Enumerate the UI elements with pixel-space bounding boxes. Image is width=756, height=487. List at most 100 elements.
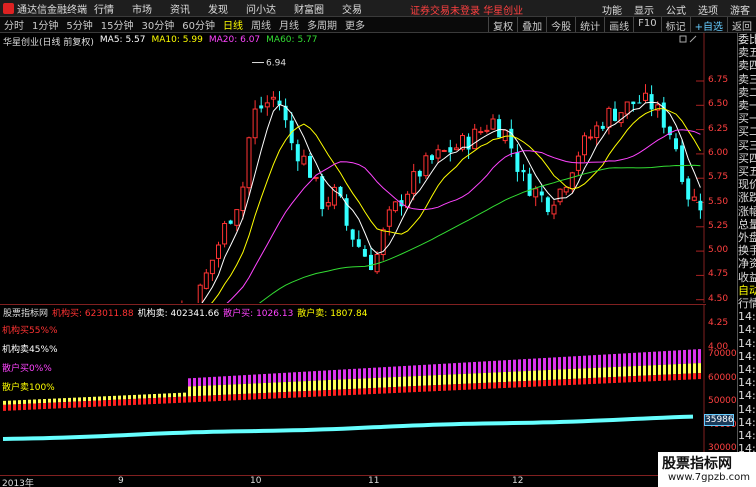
retail-sell-bar [323,380,326,391]
menu-item[interactable]: 行情 [94,1,114,16]
candle-body-up [222,223,228,245]
institution-buy-bar [253,393,256,400]
period-tab[interactable]: 5分钟 [62,17,96,32]
retail-sell-bar [573,368,576,379]
institution-buy-bar [538,380,541,387]
institution-buy-bar [33,403,36,410]
indicator-legend-item: 散户卖: 1807.84 [297,306,367,319]
candle-body-up [643,92,648,101]
tool-button[interactable]: 标记 [660,17,690,33]
retail-sell-bar [528,370,531,381]
period-tab[interactable]: 更多 [341,17,369,32]
period-tab[interactable]: 分时 [0,17,28,32]
candle-body-up [490,118,496,130]
period-tab[interactable]: 月线 [275,17,303,32]
retail-sell-bar [68,397,71,402]
tool-button[interactable]: 画线 [604,17,633,33]
institution-buy-bar [128,399,131,406]
institution-buy-bar [183,396,186,403]
retail-buy-bar [303,371,306,382]
retail-sell-bar [603,367,606,378]
tool-button[interactable]: F10 [633,17,660,32]
app-logo-icon [3,2,14,14]
retail-sell-bar [53,398,56,403]
menu-item[interactable]: 财富圈 [294,1,324,16]
tool-button[interactable]: +自选 [689,17,727,33]
retail-sell-bar [23,399,26,404]
period-tab[interactable]: 1分钟 [28,17,62,32]
retail-buy-bar [498,360,501,373]
retail-sell-bar [623,366,626,377]
retail-sell-bar [413,376,416,387]
retail-buy-bar [408,365,411,377]
retail-buy-bar [638,352,641,366]
period-tab[interactable]: 30分钟 [137,17,178,32]
quote-side-panel: 委比卖五卖四卖三卖二卖一买一买二买三买四买五现价涨跌涨幅总量外盘换手净资收益自动… [737,33,756,474]
tool-button[interactable]: 今股 [546,17,575,33]
retail-sell-bar [503,372,506,383]
main-chart-area[interactable]: 6.943.73 华星创业(日线 前复权) MA5: 5.57 MA10: 5.9… [0,33,706,303]
institution-buy-bar [658,374,661,381]
right-menu-item[interactable]: 公式 [666,2,686,17]
right-menu-item[interactable]: 选项 [698,2,718,17]
retail-sell-bar [48,398,51,403]
institution-buy-bar [433,385,436,392]
period-tab[interactable]: 周线 [247,17,275,32]
login-notice[interactable]: 证券交易未登录 华星创业 [410,2,523,17]
institution-buy-bar [528,380,531,387]
tool-button[interactable]: 叠加 [517,17,546,33]
candle-body-down [686,178,691,200]
institution-buy-bar [258,393,261,400]
retail-sell-bar [43,399,46,404]
tool-button[interactable]: 复权 [488,17,517,33]
indicator-chart[interactable] [0,305,706,475]
tool-button[interactable]: 返回 [727,17,756,33]
menu-item[interactable]: 市场 [132,1,152,16]
menu-item[interactable]: 发现 [208,1,228,16]
institution-buy-bar [288,391,291,398]
retail-sell-bar [58,398,61,403]
tool-button[interactable]: 统计 [575,17,604,33]
indicator-area[interactable]: 股票指标网 机构买: 623011.88 机构卖: 402341.66 散户买: 1… [0,304,706,475]
date-tick: 2013年 [2,479,34,487]
retail-buy-bar [513,359,516,372]
menu-item[interactable]: 交易 [342,1,362,16]
indicator-ratio-label: 散户卖100% [2,383,55,393]
menu-item[interactable]: 资讯 [170,1,190,16]
institution-buy-bar [628,376,631,383]
right-menu-item[interactable]: 功能 [602,2,622,17]
candlestick-chart[interactable]: 6.943.73 [0,33,706,303]
institution-buy-bar [483,382,486,389]
institution-buy-bar [193,396,196,403]
period-tab[interactable]: 多周期 [303,17,341,32]
indicator-name[interactable]: 股票指标网 [3,306,48,319]
retail-buy-bar [318,370,321,381]
retail-buy-bar [573,356,576,369]
candle-body-down [674,138,678,150]
candle-body-up [203,272,209,289]
retail-sell-bar [353,378,356,389]
retail-sell-bar [98,396,101,401]
retail-sell-bar [543,370,546,381]
retail-buy-bar [568,356,571,370]
right-menu-item[interactable]: 游客 [730,2,750,17]
institution-buy-bar [178,396,181,403]
indicator-y-tick: 70000 [708,349,737,359]
candle-body-up [691,196,697,201]
retail-sell-bar [153,394,156,399]
institution-buy-bar [563,379,566,386]
retail-sell-bar [408,376,411,387]
retail-sell-bar [248,383,251,394]
menu-item[interactable]: 问小达 [246,1,276,16]
institution-buy-bar [28,403,31,410]
retail-sell-bar [83,397,86,402]
period-tab[interactable]: 15分钟 [97,17,138,32]
institution-buy-bar [668,374,671,381]
right-menu-item[interactable]: 显示 [634,2,654,17]
candle-body-up [472,128,478,150]
period-tab[interactable]: 日线 [219,17,247,32]
retail-buy-bar [493,360,496,373]
period-tab[interactable]: 60分钟 [178,17,219,32]
retail-buy-bar [238,375,241,385]
date-tick: 9 [118,476,124,486]
